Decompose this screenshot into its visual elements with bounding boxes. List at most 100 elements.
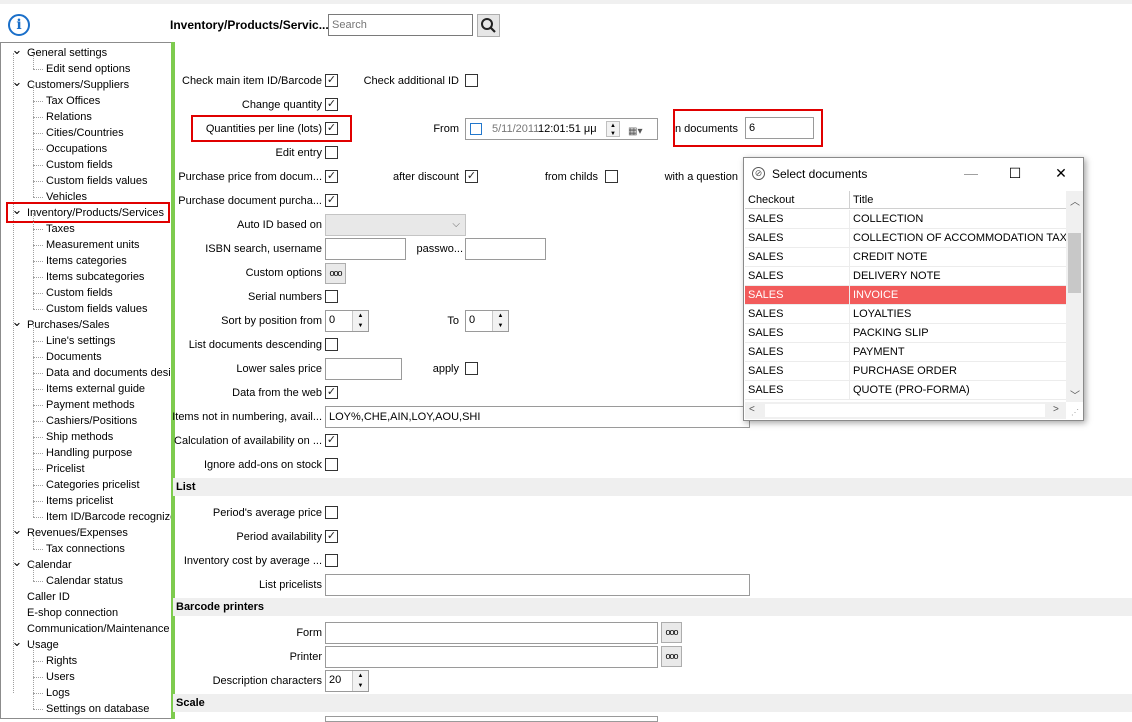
chevron-down-icon[interactable]: ⌄ bbox=[11, 635, 23, 648]
tree-item[interactable]: Line's settings bbox=[46, 333, 115, 349]
tree-item[interactable]: Cashiers/Positions bbox=[46, 413, 137, 429]
check-additional-checkbox[interactable] bbox=[465, 74, 478, 87]
periods-average-price-checkbox[interactable] bbox=[325, 506, 338, 519]
table-row[interactable]: SALES QUOTE (PRO-FORMA) bbox=[745, 381, 1067, 400]
scroll-left-icon[interactable]: < bbox=[749, 404, 755, 415]
edit-entry-checkbox[interactable] bbox=[325, 146, 338, 159]
table-row[interactable]: SALES COLLECTION bbox=[745, 210, 1067, 229]
tree-item[interactable]: Cities/Countries bbox=[46, 125, 124, 141]
tree-item[interactable]: Taxes bbox=[46, 221, 75, 237]
from-datetime-field[interactable]: 5/11/2011 12:01:51 μμ ▲ ▼ ▦▾ bbox=[465, 118, 658, 140]
tree-item[interactable]: Logs bbox=[46, 685, 70, 701]
tree-item[interactable]: Users bbox=[46, 669, 75, 685]
tree-item[interactable]: E-shop connection bbox=[27, 605, 118, 621]
tree-item[interactable]: Items categories bbox=[46, 253, 127, 269]
scroll-down-icon[interactable]: ﹀ bbox=[1070, 387, 1080, 402]
serial-numbers-checkbox[interactable] bbox=[325, 290, 338, 303]
tree-item[interactable]: Items subcategories bbox=[46, 269, 144, 285]
list-documents-descending-checkbox[interactable] bbox=[325, 338, 338, 351]
isbn-password-input[interactable] bbox=[465, 238, 546, 260]
tree-item[interactable]: Ship methods bbox=[46, 429, 113, 445]
tree-item[interactable]: Relations bbox=[46, 109, 92, 125]
form-input[interactable] bbox=[325, 622, 658, 644]
tree-item[interactable]: Tax connections bbox=[46, 541, 125, 557]
tree-item[interactable]: Usage ⌄ bbox=[12, 635, 59, 653]
tree-item[interactable]: Customers/Suppliers ⌄ bbox=[12, 75, 130, 93]
time-spin-icon[interactable]: ▲ ▼ bbox=[606, 121, 620, 137]
tree-item[interactable]: Documents bbox=[46, 349, 102, 365]
tree-item[interactable]: Settings on database bbox=[46, 701, 149, 717]
scroll-right-icon[interactable]: > bbox=[1053, 404, 1059, 415]
custom-options-button[interactable]: ooo bbox=[325, 263, 346, 284]
period-availability-checkbox[interactable]: ✓ bbox=[325, 530, 338, 543]
change-quantity-checkbox[interactable]: ✓ bbox=[325, 98, 338, 111]
tree-item[interactable]: Rights bbox=[46, 653, 77, 669]
chevron-down-icon[interactable]: ⌄ bbox=[11, 315, 23, 328]
table-row[interactable]: SALES LOYALTIES bbox=[745, 305, 1067, 324]
apply-checkbox[interactable] bbox=[465, 362, 478, 375]
after-discount-checkbox[interactable]: ✓ bbox=[465, 170, 478, 183]
tree-item[interactable]: Measurement units bbox=[46, 237, 140, 253]
printer-input[interactable] bbox=[325, 646, 658, 668]
sort-to-stepper[interactable]: 0 ▲ ▼ bbox=[465, 310, 509, 332]
search-input[interactable] bbox=[328, 14, 473, 36]
tree-item[interactable]: Custom fields bbox=[46, 157, 113, 173]
calculation-availability-checkbox[interactable]: ✓ bbox=[325, 434, 338, 447]
printer-browse-button[interactable]: ooo bbox=[661, 646, 682, 667]
in-documents-input[interactable]: 6 bbox=[745, 117, 814, 139]
tree-item[interactable]: Payment methods bbox=[46, 397, 135, 413]
stepper-arrows-icon[interactable]: ▲ ▼ bbox=[352, 311, 368, 331]
tree-item[interactable]: Calendar status bbox=[46, 573, 123, 589]
column-header-checkout[interactable]: Checkout bbox=[745, 191, 849, 209]
tree-item[interactable]: Custom fields bbox=[46, 285, 113, 301]
description-characters-stepper[interactable]: 20 ▲ ▼ bbox=[325, 670, 369, 692]
maximize-button[interactable]: ☐ bbox=[1000, 162, 1030, 184]
isbn-username-input[interactable] bbox=[325, 238, 406, 260]
tree-item[interactable]: Item ID/Barcode recognize bbox=[46, 509, 171, 525]
chevron-down-icon[interactable]: ⌄ bbox=[11, 75, 23, 88]
auto-id-select[interactable]: ⌵ bbox=[325, 214, 466, 236]
tree-item[interactable]: Edit send options bbox=[46, 61, 130, 77]
scroll-up-icon[interactable]: ︿ bbox=[1070, 193, 1080, 208]
chevron-down-icon[interactable]: ⌄ bbox=[11, 523, 23, 536]
tree-item[interactable]: Communication/Maintenance bbox=[27, 621, 169, 637]
from-date-checkbox[interactable] bbox=[470, 123, 482, 135]
tree-item[interactable]: Custom fields values bbox=[46, 173, 148, 189]
tree-item[interactable]: Caller ID bbox=[27, 589, 70, 605]
tree-item[interactable]: Items pricelist bbox=[46, 493, 113, 509]
items-not-in-numbering-input[interactable]: LOY%,CHE,AIN,LOY,AOU,SHI bbox=[325, 406, 750, 428]
tree-item[interactable]: Categories pricelist bbox=[46, 477, 140, 493]
table-row[interactable]: SALES CREDIT NOTE bbox=[745, 248, 1067, 267]
table-row[interactable]: SALES PACKING SLIP bbox=[745, 324, 1067, 343]
horizontal-scroll-thumb[interactable] bbox=[765, 404, 1045, 417]
tree-item[interactable]: Pricelist bbox=[46, 461, 85, 477]
data-from-web-checkbox[interactable]: ✓ bbox=[325, 386, 338, 399]
info-icon[interactable]: i bbox=[8, 14, 30, 36]
purchase-document-checkbox[interactable]: ✓ bbox=[325, 194, 338, 207]
close-button[interactable]: ✕ bbox=[1046, 162, 1076, 184]
table-row[interactable]: SALES PAYMENT bbox=[745, 343, 1067, 362]
list-pricelists-input[interactable] bbox=[325, 574, 750, 596]
tree-item[interactable]: General settings ⌄ bbox=[12, 43, 108, 61]
resize-grip-icon[interactable]: ⋰ bbox=[1071, 408, 1079, 417]
table-row[interactable]: SALES COLLECTION OF ACCOMMODATION TAX bbox=[745, 229, 1067, 248]
tree-item[interactable]: Purchases/Sales ⌄ bbox=[12, 315, 110, 333]
lower-sales-price-input[interactable] bbox=[325, 358, 402, 380]
tree-item[interactable]: Occupations bbox=[46, 141, 107, 157]
check-main-item-checkbox[interactable]: ✓ bbox=[325, 74, 338, 87]
stepper-arrows-icon[interactable]: ▲ ▼ bbox=[492, 311, 508, 331]
table-row[interactable]: SALES INVOICE bbox=[745, 286, 1067, 305]
chevron-down-icon[interactable]: ⌄ bbox=[11, 555, 23, 568]
vertical-scroll-thumb[interactable] bbox=[1068, 233, 1081, 293]
purchase-price-from-checkbox[interactable]: ✓ bbox=[325, 170, 338, 183]
tree-item[interactable]: Revenues/Expenses ⌄ bbox=[12, 523, 128, 541]
horizontal-scrollbar[interactable]: < > bbox=[745, 402, 1066, 419]
table-row[interactable]: SALES DELIVERY NOTE bbox=[745, 267, 1067, 286]
vertical-scrollbar[interactable]: ︿ ﹀ bbox=[1066, 191, 1083, 402]
stepper-arrows-icon[interactable]: ▲ ▼ bbox=[352, 671, 368, 691]
inventory-cost-checkbox[interactable] bbox=[325, 554, 338, 567]
search-button[interactable] bbox=[477, 14, 500, 37]
column-header-title[interactable]: Title bbox=[849, 191, 1067, 209]
scale-input[interactable] bbox=[325, 716, 658, 722]
sort-from-stepper[interactable]: 0 ▲ ▼ bbox=[325, 310, 369, 332]
